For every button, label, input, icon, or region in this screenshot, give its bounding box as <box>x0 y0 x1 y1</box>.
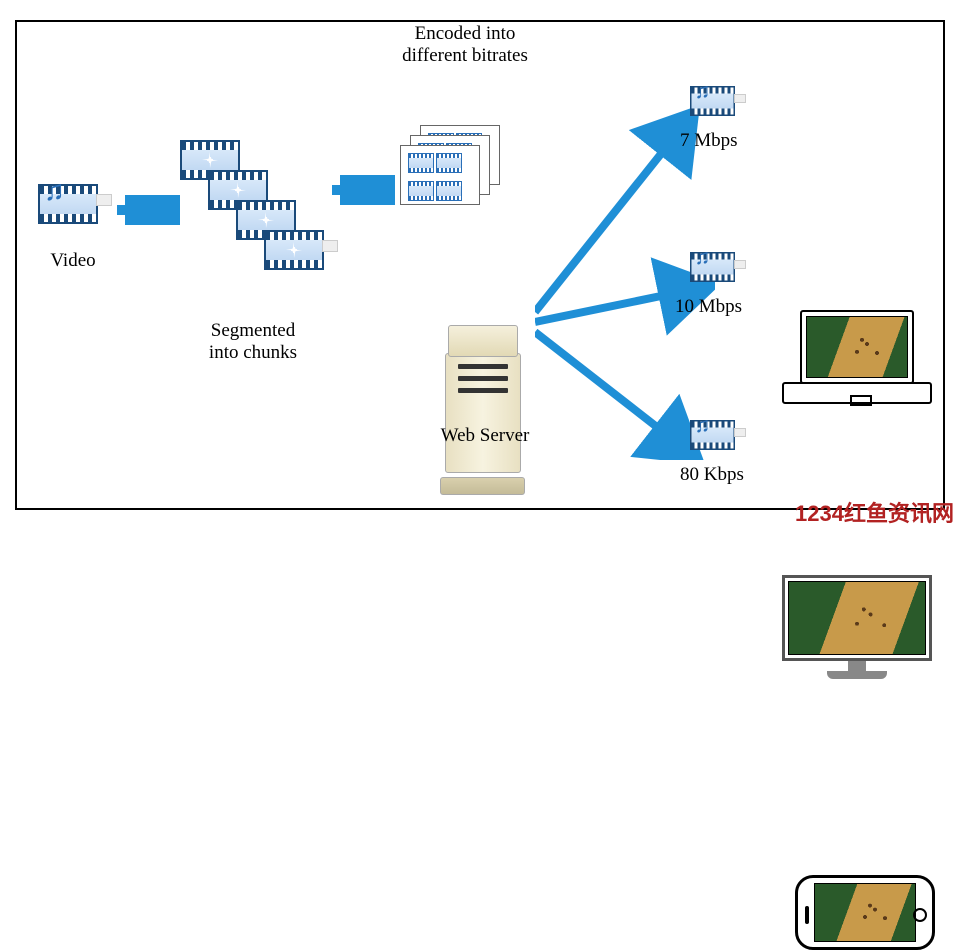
laptop-device <box>782 310 932 410</box>
monitor-device <box>782 575 932 685</box>
arrow-icon <box>330 175 395 205</box>
web-server-icon <box>440 325 525 495</box>
bitrate-clip-monitor: ♫ <box>690 252 750 292</box>
bitrate-clip-laptop: ♫ <box>690 86 750 126</box>
bitrate-clip-phone: ♫ <box>690 420 750 460</box>
rate-laptop-label: 7 Mbps <box>680 130 738 152</box>
segmented-chunks <box>180 140 350 300</box>
segmented-label: Segmentedinto chunks <box>188 320 318 364</box>
rate-phone-label: 80 Kbps <box>680 464 744 486</box>
encoded-label: Encoded intodifferent bitrates <box>375 23 555 67</box>
webserver-label: Web Server <box>420 425 550 447</box>
rate-monitor-label: 10 Mbps <box>675 296 742 318</box>
arrow-branch <box>535 100 715 460</box>
encoded-pages <box>400 125 500 205</box>
phone-device <box>795 875 935 950</box>
video-source-clip: ♫ <box>38 184 98 224</box>
arrow-icon <box>115 195 180 225</box>
music-note-icon: ♫ <box>44 176 65 208</box>
watermark: 1234红鱼资讯网 <box>795 496 954 528</box>
video-label: Video <box>38 250 108 272</box>
